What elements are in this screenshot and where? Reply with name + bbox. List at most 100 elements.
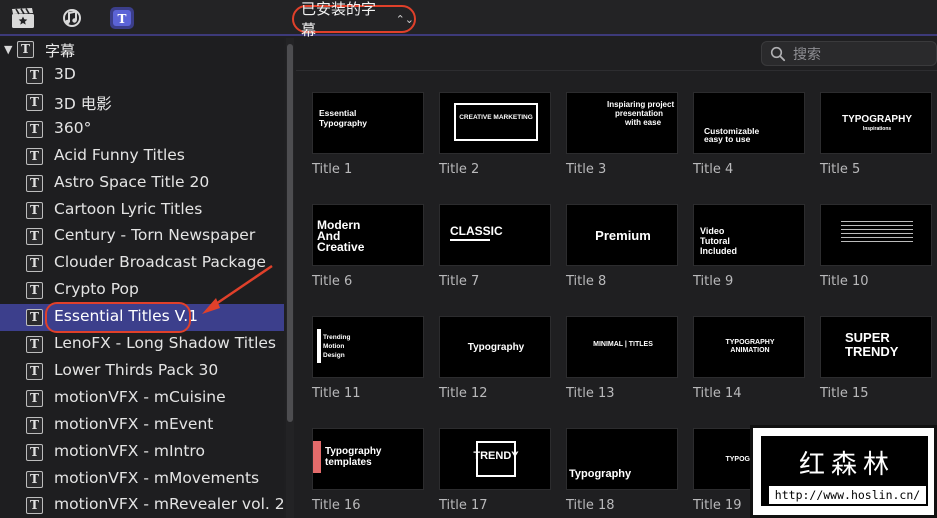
sidebar-item-label: motionVFX - mCuisine	[54, 387, 226, 406]
title-thumbnail[interactable]: SUPER TRENDY	[820, 316, 932, 378]
library-select-label: 已安装的字幕	[301, 0, 377, 39]
sidebar-item-label: 360°	[54, 118, 92, 137]
title-thumbnail[interactable]: Customizable easy to use	[693, 92, 805, 154]
watermark-url: http://www.hoslin.cn/	[769, 486, 926, 504]
title-t-icon: T	[26, 282, 43, 300]
thumbnail-text: Creative	[317, 240, 365, 254]
title-t-icon: T	[26, 389, 43, 407]
thumbnail-text: MINIMAL | TITLES	[593, 341, 653, 348]
thumbnail-caption: Title 6	[312, 274, 353, 289]
sidebar-item[interactable]: T LenoFX - Long Shadow Titles	[0, 331, 284, 358]
title-thumbnail[interactable]: Essential Typography	[312, 92, 424, 154]
sidebar-item[interactable]: T 3D 电影	[0, 89, 284, 116]
thumbnail-text: presentation	[615, 109, 664, 118]
sidebar-item[interactable]: T Astro Space Title 20	[0, 170, 284, 197]
title-t-icon: T	[17, 41, 34, 58]
title-thumbnail[interactable]	[820, 204, 932, 266]
title-t-icon: T	[26, 255, 43, 273]
thumbnail-caption: Title 8	[566, 274, 607, 289]
sidebar-item-label: motionVFX - mMovements	[54, 468, 260, 487]
title-thumbnail[interactable]: Typography	[566, 428, 678, 490]
sidebar-item[interactable]: T Century - Torn Newspaper	[0, 223, 284, 250]
sidebar-item-label: Astro Space Title 20	[54, 172, 210, 191]
thumbnail-caption: Title 12	[439, 386, 488, 401]
titles-icon[interactable]: T	[110, 7, 134, 29]
title-t-icon: T	[26, 228, 43, 246]
sidebar-item[interactable]: T Cartoon Lyric Titles	[0, 197, 284, 224]
thumbnail-text: Typography	[569, 468, 632, 480]
sidebar-item-label: Acid Funny Titles	[54, 145, 185, 164]
sidebar-item-label: LenoFX - Long Shadow Titles	[54, 334, 277, 352]
title-thumbnail[interactable]: Trending Motion Design	[312, 316, 424, 378]
thumbnail-text: Premium	[595, 228, 651, 243]
sidebar-item[interactable]: TmotionVFX - mRevealer vol. 2	[0, 492, 284, 518]
svg-text:T: T	[118, 12, 127, 26]
title-thumbnail[interactable]: TYPOGRAPHY Inspirations	[820, 92, 932, 154]
sidebar-item[interactable]: T Crypto Pop	[0, 277, 284, 304]
thumbnail-text: Typography	[325, 446, 382, 457]
title-thumbnail[interactable]: Typography	[439, 316, 551, 378]
title-thumbnail[interactable]: Video Tutoral Included	[693, 204, 805, 266]
thumbnail-frame	[454, 103, 538, 141]
thumbnail-caption: Title 4	[693, 162, 734, 177]
title-thumbnail[interactable]: TRENDY	[439, 428, 551, 490]
thumbnail-caption: Title 9	[693, 274, 734, 289]
title-thumbnail[interactable]: Typography templates	[312, 428, 424, 490]
thumbnail-rule	[450, 239, 490, 241]
thumbnail-rule	[317, 329, 321, 363]
sidebar-item[interactable]: TmotionVFX - mCuisine	[0, 385, 284, 412]
thumbnail-caption: Title 5	[820, 162, 861, 177]
library-select[interactable]: 已安装的字幕 ⌃⌄	[292, 0, 416, 39]
title-thumbnail[interactable]: TYPOGRAPHY ANIMATION	[693, 316, 805, 378]
thumbnail-text: Trending	[323, 334, 351, 341]
sidebar-item-label: 3D	[54, 65, 76, 83]
sidebar-item[interactable]: T 3D	[0, 62, 284, 89]
title-t-icon: T	[26, 67, 43, 84]
thumbnail-text: Typography	[319, 118, 368, 128]
title-thumbnail[interactable]: MINIMAL | TITLES	[566, 316, 678, 378]
title-t-icon: T	[26, 147, 43, 165]
sidebar-item[interactable]: T Clouder Broadcast Package	[0, 250, 284, 277]
title-t-icon: T	[26, 174, 43, 192]
title-t-icon: T	[26, 309, 43, 327]
thumbnail-text: Essential	[319, 108, 357, 118]
title-thumbnail[interactable]: Premium	[566, 204, 678, 266]
search-field[interactable]: 搜索	[761, 41, 937, 66]
music-photo-icon[interactable]	[60, 7, 84, 29]
sidebar-scroll-thumb[interactable]	[287, 44, 293, 422]
thumbnail-text: TYPOGRAPHY	[725, 339, 775, 346]
sidebar-item-label: Century - Torn Newspaper	[54, 226, 256, 245]
thumbnail-text: CLASSIC	[450, 224, 503, 238]
thumbnail-caption: Title 18	[566, 498, 615, 513]
tree-root-titles[interactable]: ▼ T 字幕	[0, 38, 284, 62]
sidebar-item[interactable]: T Essential Titles V.1	[0, 302, 284, 334]
sidebar-item[interactable]: TmotionVFX - mEvent	[0, 412, 284, 439]
thumbnail-text: Typography	[467, 342, 525, 353]
clapperboard-star-icon[interactable]	[11, 7, 35, 29]
sidebar-item[interactable]: T Lower Thirds Pack 30	[0, 358, 284, 385]
title-thumbnail[interactable]: CLASSIC	[439, 204, 551, 266]
sidebar-item[interactable]: TmotionVFX - mMovements	[0, 466, 284, 493]
thumbnail-caption: Title 19	[693, 498, 742, 513]
title-thumbnail[interactable]: CREATIVE MARKETING	[439, 92, 551, 154]
thumbnail-caption: Title 1	[312, 162, 353, 177]
chevron-updown-icon: ⌃⌄	[395, 12, 414, 26]
thumbnail-caption: Title 2	[439, 162, 480, 177]
thumbnail-caption: Title 16	[312, 498, 361, 513]
title-t-icon: T	[26, 416, 43, 434]
thumbnail-text: SUPER	[845, 330, 890, 345]
sidebar-item[interactable]: T 360°	[0, 116, 284, 143]
sidebar-item[interactable]: T Acid Funny Titles	[0, 143, 284, 170]
disclosure-triangle-icon[interactable]: ▼	[4, 43, 12, 56]
title-t-icon: T	[26, 201, 43, 219]
sidebar-item-label: Cartoon Lyric Titles	[54, 199, 203, 218]
thumbnail-text: TYPOGRAPHY	[841, 114, 912, 125]
thumbnail-text: Included	[700, 246, 738, 256]
thumbnail-caption: Title 7	[439, 274, 480, 289]
title-thumbnail[interactable]: Inspiaring project presentation with ease	[566, 92, 678, 154]
sidebar-item-label: motionVFX - mRevealer vol. 2	[54, 495, 284, 514]
titles-sidebar: ▼ T 字幕 T 3D T 3D 电影 T 360° T Acid Funny Titles T…	[0, 38, 284, 518]
tree-root-label: 字幕	[45, 42, 76, 60]
sidebar-item[interactable]: TmotionVFX - mIntro	[0, 439, 284, 466]
title-thumbnail[interactable]: Modern And Creative	[312, 204, 424, 266]
